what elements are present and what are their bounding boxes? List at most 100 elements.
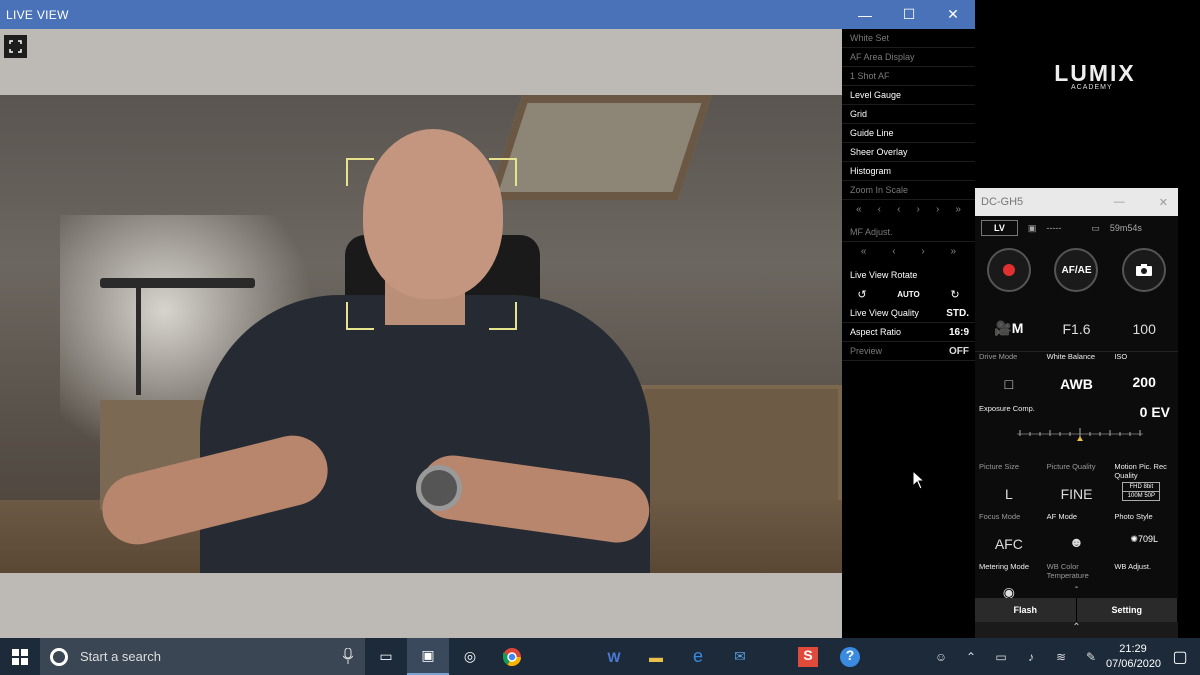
gh5-bottom-tabs: Flash Setting (975, 598, 1178, 622)
shutter-button[interactable] (1122, 248, 1167, 292)
zoom-arrow-back[interactable]: ‹ (878, 204, 881, 215)
edge-icon[interactable]: e (677, 638, 719, 675)
gh5-titlebar[interactable]: DC-GH5 — ✕ (975, 188, 1178, 216)
window-controls: — ☐ ✕ (843, 0, 975, 29)
gh5-main-controls: AF/AE (975, 240, 1178, 300)
live-view-title: LIVE VIEW (6, 7, 69, 22)
af-corner-bl (346, 302, 374, 330)
microphone-icon[interactable] (343, 648, 353, 664)
lumix-logo-text: LUMIX (1054, 60, 1136, 86)
mf-arrow-fast-back[interactable]: « (861, 246, 867, 257)
volume-icon[interactable]: ♪ (1016, 650, 1046, 664)
zoom-arrow-fast-forward[interactable]: » (955, 204, 961, 215)
shutter-value[interactable]: 100 (1110, 321, 1178, 337)
rotate-left-icon[interactable]: ↺ (857, 288, 866, 301)
setting-white-set[interactable]: White Set (842, 29, 975, 48)
bookshelf (640, 385, 842, 510)
setting-af-area-display[interactable]: AF Area Display (842, 48, 975, 67)
setting-guide-line[interactable]: Guide Line (842, 124, 975, 143)
zoom-arrow-forward[interactable]: › (936, 204, 939, 215)
taskbar-search-box[interactable]: Start a search (40, 638, 365, 675)
start-button[interactable] (0, 638, 40, 675)
exposure-comp-cell[interactable]: Exposure Comp. 0 EV (975, 402, 1178, 462)
live-view-settings-panel: White Set AF Area Display 1 Shot AF Leve… (842, 29, 975, 638)
zoom-arrows: « ‹ ‹ › › » (842, 200, 975, 219)
help-icon[interactable]: ? (829, 638, 871, 675)
mouse-cursor-icon (912, 470, 926, 490)
drive-mode-cell[interactable]: Drive Mode □ (975, 352, 1043, 402)
picture-quality-cell[interactable]: Picture Quality FINE (1043, 462, 1111, 512)
zoom-arrow-fast-back[interactable]: « (856, 204, 862, 215)
setting-histogram[interactable]: Histogram (842, 162, 975, 181)
battery-time: 59m54s (1109, 223, 1142, 233)
shooting-mode[interactable]: 🎥M (975, 320, 1043, 337)
face-detect-icon: ☻ (1069, 534, 1084, 550)
af-mode-cell[interactable]: AF Mode ☻ (1043, 512, 1111, 562)
exposure-scale[interactable] (1015, 426, 1145, 442)
record-button[interactable] (986, 248, 1031, 292)
search-placeholder: Start a search (80, 649, 161, 664)
rotate-auto-button[interactable]: AUTO (897, 290, 920, 299)
word-icon[interactable]: W (593, 638, 635, 675)
mf-arrow-fast-forward[interactable]: » (951, 246, 957, 257)
minimize-button[interactable]: — (843, 0, 887, 29)
aperture-value[interactable]: F1.6 (1043, 321, 1111, 337)
zoom-arrow-step-back[interactable]: ‹ (897, 204, 900, 215)
mf-arrow-back[interactable]: ‹ (892, 246, 895, 257)
white-balance-cell[interactable]: White Balance AWB (1043, 352, 1111, 402)
wifi-icon[interactable]: ≋ (1046, 650, 1076, 664)
iso-cell[interactable]: ISO 200 (1110, 352, 1178, 402)
system-tray: ☺ ⌃ ▭ ♪ ≋ ✎ 21:29 07/06/2020 ▢ (926, 638, 1200, 675)
gh5-title: DC-GH5 (981, 196, 1024, 208)
desk-lamp-pole (136, 285, 141, 395)
people-icon[interactable]: ☺ (926, 650, 956, 664)
chevron-up-icon[interactable]: ⌃ (975, 622, 1178, 638)
rotate-right-icon[interactable]: ↻ (950, 288, 959, 301)
af-corner-br (489, 302, 517, 330)
picture-size-cell[interactable]: Picture Size L (975, 462, 1043, 512)
setting-tab[interactable]: Setting (1076, 598, 1178, 622)
mf-arrow-forward[interactable]: › (921, 246, 924, 257)
app-s-icon[interactable]: S (787, 638, 829, 675)
zoom-arrow-step-forward[interactable]: › (917, 204, 920, 215)
setting-live-view-quality[interactable]: Live View Quality STD. (842, 304, 975, 323)
setting-aspect-ratio[interactable]: Aspect Ratio 16:9 (842, 323, 975, 342)
live-view-window: LIVE VIEW — ☐ ✕ White Set AF Area Displa… (0, 0, 975, 638)
chevron-up-tray-icon[interactable]: ⌃ (956, 650, 986, 664)
live-view-titlebar[interactable]: LIVE VIEW — ☐ ✕ (0, 0, 975, 29)
setting-zoom-in-scale: Zoom In Scale (842, 181, 975, 200)
camera-icon (1136, 264, 1153, 276)
gh5-close-button[interactable]: ✕ (1159, 196, 1168, 209)
obs-icon[interactable]: ◎ (449, 638, 491, 675)
setting-sheer-overlay[interactable]: Sheer Overlay (842, 143, 975, 162)
gh5-settings-grid: 🎥M F1.6 100 Drive Mode □ White Balance A… (975, 306, 1178, 612)
mail-icon[interactable]: ✉ (719, 638, 761, 675)
lumix-tether-app-icon[interactable]: ▣ (407, 638, 449, 675)
setting-1-shot-af[interactable]: 1 Shot AF (842, 67, 975, 86)
chrome-icon[interactable] (491, 638, 533, 675)
system-clock[interactable]: 21:29 07/06/2020 (1106, 642, 1161, 672)
maximize-button[interactable]: ☐ (887, 0, 931, 29)
setting-level-gauge[interactable]: Level Gauge (842, 86, 975, 105)
gh5-minimize-button[interactable]: — (1114, 196, 1125, 209)
lv-button[interactable]: LV (981, 220, 1018, 236)
fullscreen-button[interactable] (4, 35, 27, 58)
windows-taskbar: Start a search ▭ ▣ ◎ W ▬ e ✉ S ? ☺ ⌃ ▭ ♪… (0, 638, 1200, 675)
flash-tab[interactable]: Flash (975, 598, 1077, 622)
live-view-area (0, 29, 842, 638)
task-view-icon[interactable]: ▭ (365, 638, 407, 675)
setting-grid[interactable]: Grid (842, 105, 975, 124)
motion-pic-quality-cell[interactable]: Motion Pic. Rec Quality FHD 8bit 100M 50… (1110, 462, 1178, 512)
setting-preview[interactable]: Preview OFF (842, 342, 975, 361)
pen-icon[interactable]: ✎ (1076, 650, 1106, 664)
battery-tray-icon[interactable]: ▭ (986, 650, 1016, 664)
chrome-logo (503, 647, 521, 666)
notification-icon[interactable]: ▢ (1160, 647, 1200, 667)
gh5-status-bar: LV ▣ ----- ▭ 59m54s (975, 216, 1178, 240)
af-ae-button[interactable]: AF/AE (1054, 248, 1099, 292)
file-explorer-icon[interactable]: ▬ (635, 638, 677, 675)
close-button[interactable]: ✕ (931, 0, 975, 29)
rotate-controls: ↺ AUTO ↻ (842, 284, 975, 304)
photo-style-cell[interactable]: Photo Style ✺709L (1110, 512, 1178, 562)
focus-mode-cell[interactable]: Focus Mode AFC (975, 512, 1043, 562)
